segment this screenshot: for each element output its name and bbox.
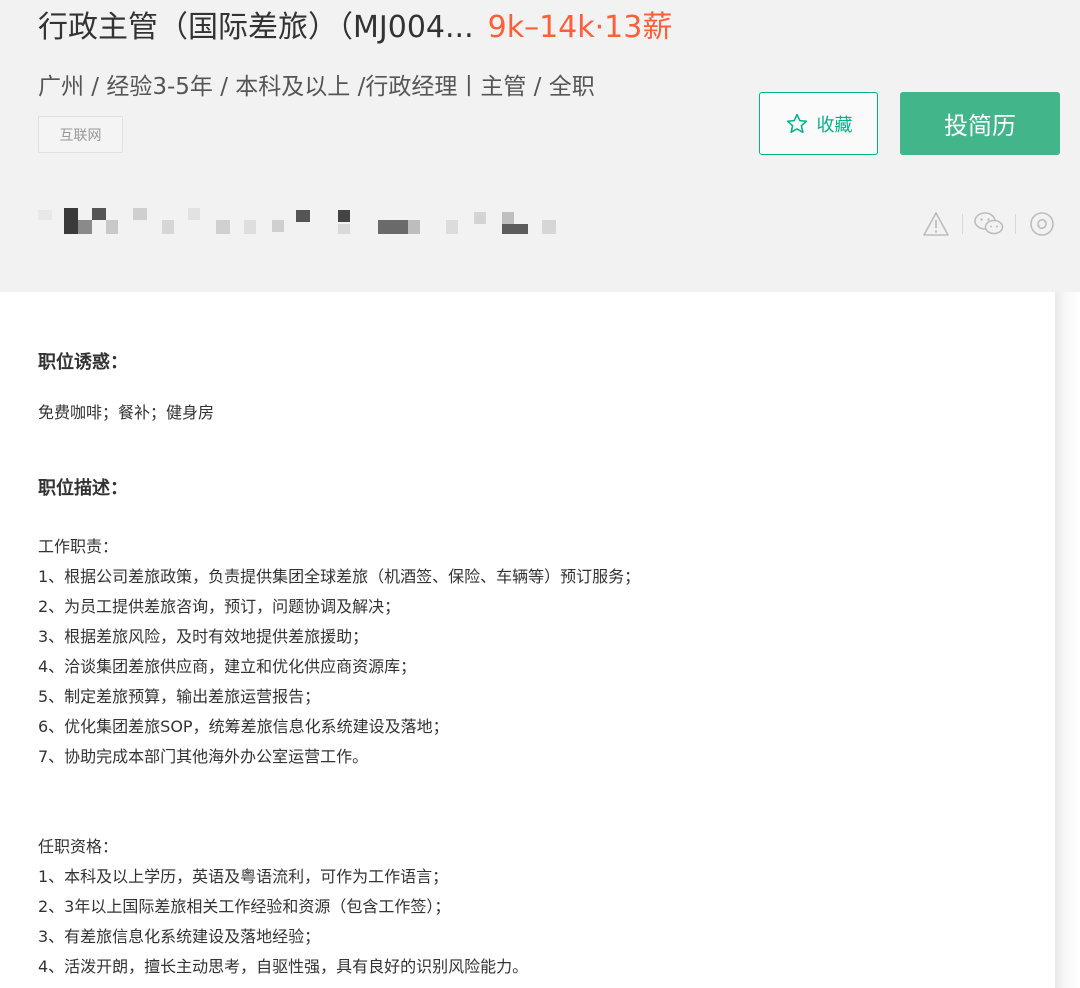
duty-item: 1、根据公司差旅政策，负责提供集团全球差旅（机酒签、保险、车辆等）预订服务； — [38, 567, 641, 586]
requirements-heading: 任职资格： — [38, 837, 119, 856]
favorite-label: 收藏 — [816, 114, 853, 136]
wechat-icon[interactable] — [973, 208, 1005, 240]
share-divider — [1015, 214, 1016, 234]
duty-item: 2、为员工提供差旅咨询，预订，问题协调及解决； — [38, 597, 401, 616]
duty-item: 5、制定差旅预算，输出差旅运营报告； — [38, 687, 321, 706]
duty-item: 4、洽谈集团差旅供应商，建立和优化供应商资源库； — [38, 657, 417, 676]
blurred-company-info — [38, 200, 578, 244]
job-description: 工作职责： 1、根据公司差旅政策，负责提供集团全球差旅（机酒签、保险、车辆等）预… — [38, 532, 640, 982]
job-header: 行政主管（国际差旅）（MJ004... 9k–14k·13薪 广州 / 经验3-5… — [0, 0, 1080, 292]
job-title: 行政主管（国际差旅）（MJ004... 9k–14k·13薪 — [38, 8, 672, 48]
job-title-text: 行政主管（国际差旅）（MJ004... — [38, 10, 474, 45]
requirement-item: 2、3年以上国际差旅相关工作经验和资源（包含工作签）； — [38, 897, 451, 916]
requirement-item: 3、有差旅信息化系统建设及落地经验； — [38, 927, 321, 946]
duty-item: 7、协助完成本部门其他海外办公室运营工作。 — [38, 747, 369, 766]
apply-button[interactable]: 投简历 — [900, 92, 1060, 155]
description-title: 职位描述： — [38, 478, 128, 499]
warning-icon[interactable] — [920, 208, 952, 240]
duties-heading: 工作职责： — [38, 537, 119, 556]
perks-text: 免费咖啡；餐补；健身房 — [38, 403, 215, 422]
perks-title: 职位诱惑： — [38, 352, 128, 373]
star-icon — [786, 113, 807, 133]
weibo-icon[interactable] — [1026, 208, 1058, 240]
requirement-item: 4、活泼开朗，擅长主动思考，自驱性强，具有良好的识别风险能力。 — [38, 957, 529, 976]
industry-tag: 互联网 — [38, 116, 123, 153]
favorite-button[interactable]: 收藏 — [759, 92, 878, 155]
scroll-shadow — [1055, 292, 1080, 988]
duty-item: 6、优化集团差旅SOP，统筹差旅信息化系统建设及落地； — [38, 717, 449, 736]
share-toolbar — [920, 208, 1058, 240]
salary-range: 9k–14k·13薪 — [487, 10, 673, 45]
job-requirements-line: 广州 / 经验3-5年 / 本科及以上 /行政经理丨主管 / 全职 — [38, 74, 595, 100]
share-divider — [962, 214, 963, 234]
duty-item: 3、根据差旅风险，及时有效地提供差旅援助； — [38, 627, 369, 646]
requirement-item: 1、本科及以上学历，英语及粤语流利，可作为工作语言； — [38, 867, 449, 886]
